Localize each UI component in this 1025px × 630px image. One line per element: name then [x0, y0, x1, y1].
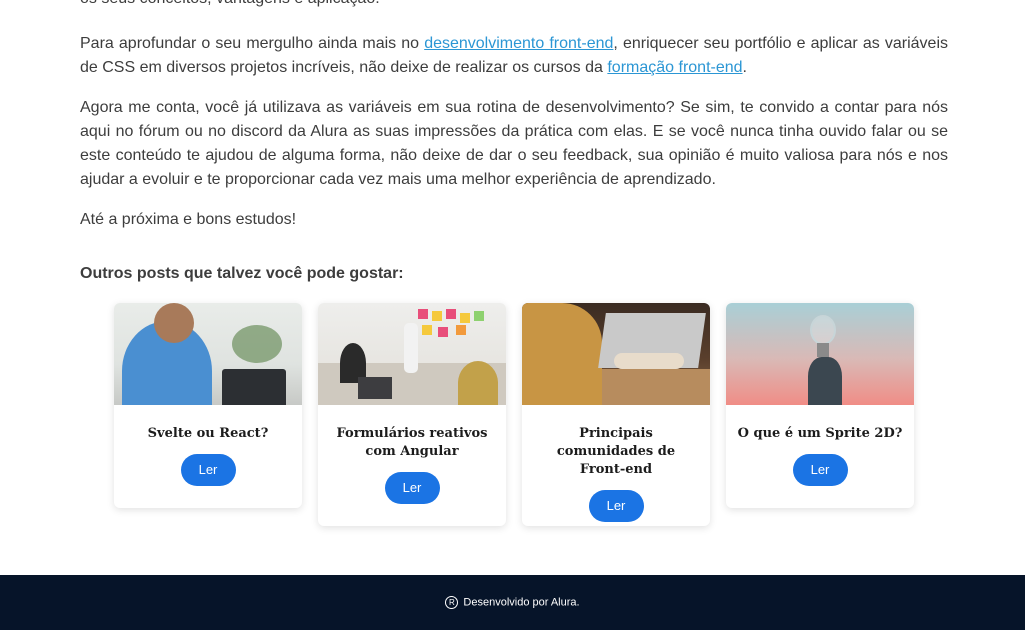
post-thumbnail: [114, 303, 302, 405]
post-thumbnail: [318, 303, 506, 405]
article-paragraph-closing: Até a próxima e bons estudos!: [80, 211, 297, 228]
paragraph-text: .: [742, 59, 747, 76]
related-post-card[interactable]: O que é um Sprite 2D? Ler: [726, 303, 914, 508]
read-button[interactable]: Ler: [792, 454, 848, 486]
link-front-end-development[interactable]: desenvolvimento front-end: [424, 35, 613, 52]
post-thumbnail: [726, 303, 914, 405]
link-front-end-formation[interactable]: formação front-end: [607, 59, 742, 76]
read-button[interactable]: Ler: [588, 490, 644, 522]
post-thumbnail: [522, 303, 710, 405]
footer-credit: R Desenvolvido por Alura.: [0, 596, 1025, 609]
post-title: Svelte ou React?: [147, 426, 269, 441]
article-paragraph-cut: os seus conceitos, vantagens e aplicação…: [80, 0, 380, 11]
related-posts-heading: Outros posts que talvez você pode gostar…: [80, 265, 404, 282]
post-title: O que é um Sprite 2D?: [737, 426, 903, 441]
article-paragraph-feedback: Agora me conta, você já utilizava as var…: [80, 99, 948, 188]
registered-icon: R: [445, 596, 459, 609]
related-post-card[interactable]: Svelte ou React? Ler: [114, 303, 302, 508]
article-paragraph-courses: Para aprofundar o seu mergulho ainda mai…: [80, 32, 948, 80]
related-post-card[interactable]: Formulários reativos com Angular Ler: [318, 303, 506, 526]
post-title: Formulários reativos com Angular: [336, 426, 488, 459]
read-button[interactable]: Ler: [384, 472, 440, 504]
read-button[interactable]: Ler: [180, 454, 236, 486]
related-post-card[interactable]: Principais comunidades de Front-end Ler: [522, 303, 710, 526]
post-title: Principais comunidades de Front-end: [556, 426, 676, 477]
paragraph-text: Para aprofundar o seu mergulho ainda mai…: [80, 35, 425, 52]
page-footer: R Desenvolvido por Alura.: [0, 575, 1025, 630]
footer-text: Desenvolvido por Alura.: [463, 596, 580, 609]
